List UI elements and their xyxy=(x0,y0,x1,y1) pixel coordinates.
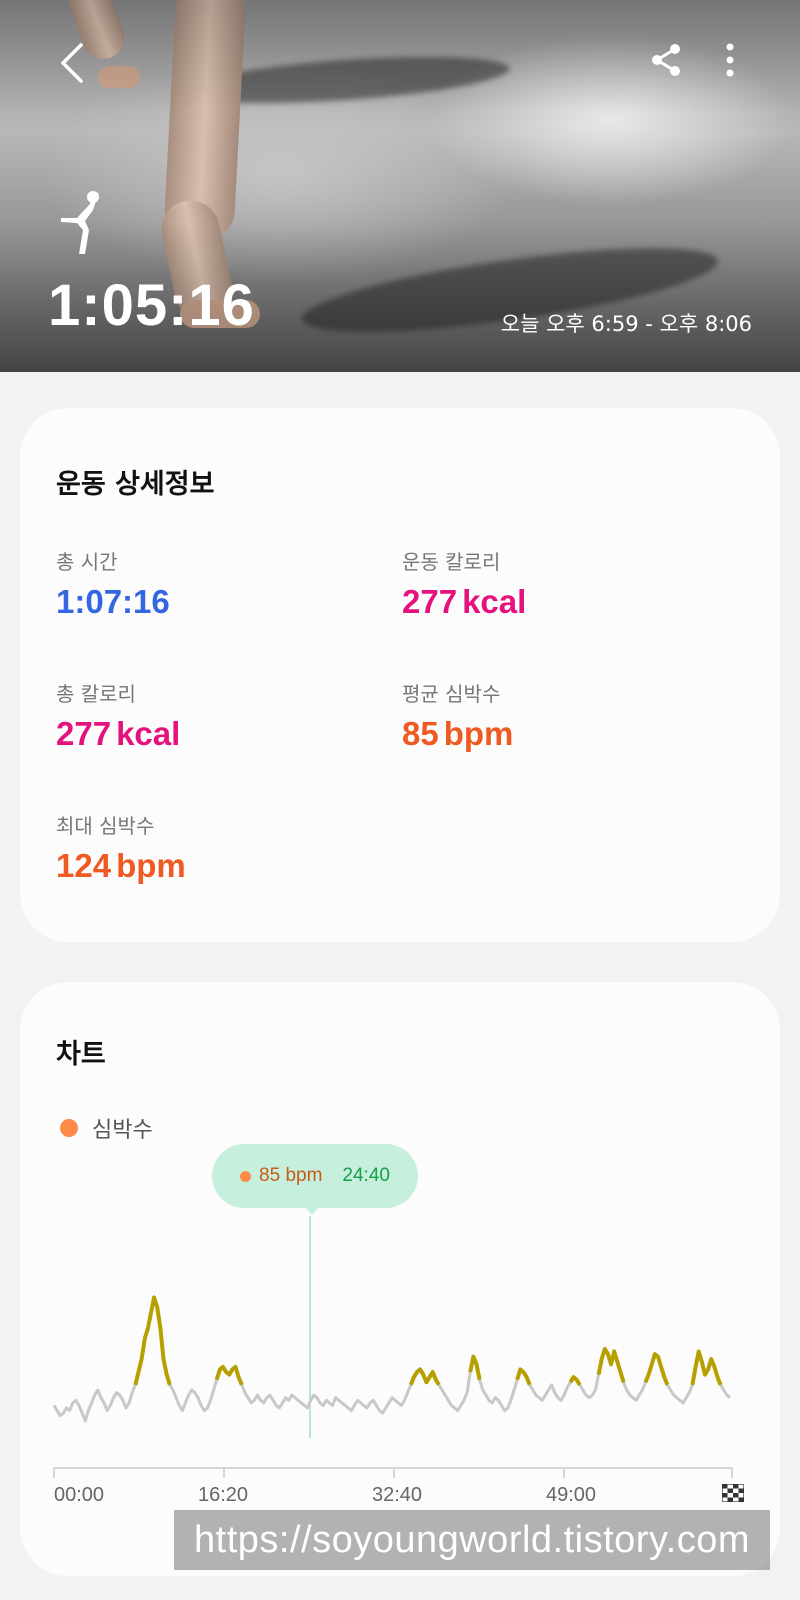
heart-rate-high-segment xyxy=(515,1367,532,1386)
stat-label: 총 시간 xyxy=(56,550,118,574)
heart-rate-high-segment xyxy=(596,1346,626,1383)
share-icon xyxy=(652,44,680,76)
x-tick-label: 00:00 xyxy=(54,1484,105,1506)
checkered-flag-icon xyxy=(722,1484,744,1502)
stat-max-heart-rate: 최대 심박수 124 bpm xyxy=(56,810,186,885)
dance-icon xyxy=(61,191,99,254)
x-tick-label: 16:20 xyxy=(198,1484,249,1506)
stat-label: 총 칼로리 xyxy=(56,682,136,706)
heart-rate-high-segment xyxy=(214,1364,244,1386)
watermark: https://soyoungworld.tistory.com xyxy=(174,1510,770,1570)
workout-details-card: 운동 상세정보 총 시간 1:07:16 운동 칼로리 277 kcal 총 칼로… xyxy=(20,408,780,942)
stat-value: 277 kcal xyxy=(402,583,527,620)
stat-label: 평균 심박수 xyxy=(402,682,501,706)
chart-card: 차트 심박수 85 bpm 24:40 00:00 16:20 32:40 49… xyxy=(20,982,780,1576)
stat-average-heart-rate: 평균 심박수 85 bpm xyxy=(402,678,513,753)
stat-total-time: 총 시간 1:07:16 xyxy=(56,546,170,621)
chevron-left-icon xyxy=(61,43,83,83)
workout-time-range: 오늘 오후 6:59 - 오후 8:06 xyxy=(500,312,752,336)
more-vertical-icon xyxy=(726,43,734,77)
more-options-button[interactable] xyxy=(712,40,748,80)
heart-rate-series-line xyxy=(52,1295,731,1423)
details-title: 운동 상세정보 xyxy=(56,469,215,500)
chart-tooltip: 85 bpm 24:40 xyxy=(212,1144,418,1208)
back-button[interactable] xyxy=(52,38,92,88)
stat-value: 277 kcal xyxy=(56,715,181,752)
heart-rate-chart[interactable] xyxy=(20,982,780,1542)
x-tick-label: 49:00 xyxy=(546,1484,597,1506)
heart-rate-high-segment xyxy=(408,1367,441,1386)
tooltip-dot xyxy=(240,1170,252,1182)
tooltip-pointer xyxy=(304,1206,320,1215)
tooltip-time: 24:40 xyxy=(342,1165,390,1186)
x-tick-label: 32:40 xyxy=(372,1484,423,1506)
stat-label: 최대 심박수 xyxy=(56,814,155,838)
heart-rate-high-segment xyxy=(568,1375,582,1386)
heart-rate-high-segment xyxy=(133,1295,172,1386)
share-button[interactable] xyxy=(646,40,686,80)
stat-value: 1:07:16 xyxy=(56,583,170,620)
heart-rate-high-segment xyxy=(468,1354,482,1381)
stat-label: 운동 칼로리 xyxy=(402,550,501,574)
stat-value: 124 bpm xyxy=(56,847,186,884)
stat-exercise-calories: 운동 칼로리 277 kcal xyxy=(402,546,526,621)
stat-value: 85 bpm xyxy=(402,715,514,752)
heart-rate-high-segment xyxy=(643,1352,670,1386)
tooltip-bpm: 85 bpm xyxy=(259,1165,323,1186)
heart-rate-high-segment xyxy=(690,1349,723,1386)
workout-duration: 1:05:16 xyxy=(48,273,255,338)
stat-total-calories: 총 칼로리 277 kcal xyxy=(56,678,180,753)
